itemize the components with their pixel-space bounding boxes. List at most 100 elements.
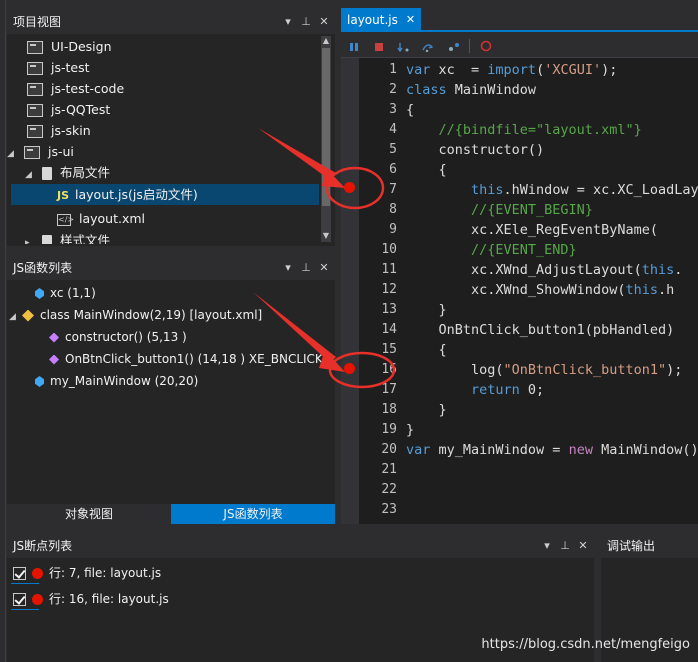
line-number: 23 <box>381 502 397 517</box>
code-line: return 0; <box>406 382 545 398</box>
tab-layout-js[interactable]: layout.js ✕ <box>341 8 422 32</box>
collapse-arrow-icon[interactable]: ◢ <box>9 306 19 328</box>
tree-item-style-folder[interactable]: ▸ 样式文件 <box>25 230 110 244</box>
checkbox-underline <box>11 583 39 584</box>
function-item-label: OnBtnClick_button1() (14,18 ) XE_BNCLICK <box>65 352 323 366</box>
function-item-mainwindow[interactable]: ◢ class MainWindow(2,19) [layout.xml] <box>9 304 262 326</box>
code-line: { <box>406 342 447 358</box>
tree-item-js-qqtest[interactable]: js-QQTest <box>15 99 110 120</box>
close-tab-icon[interactable]: ✕ <box>406 8 415 32</box>
pin-icon[interactable]: ⊥ <box>301 256 311 280</box>
breakpoint-item[interactable]: 行: 16, file: layout.js <box>7 588 169 610</box>
code-line: xc.XEle_RegEventByName( <box>406 222 658 238</box>
line-number: 10 <box>381 242 397 257</box>
code-line: //{EVENT_BEGIN} <box>406 202 593 218</box>
breakpoint-toggle-icon[interactable] <box>480 40 492 52</box>
function-item-my-mainwindow[interactable]: my_MainWindow (20,20) <box>35 370 198 392</box>
line-number: 2 <box>389 82 397 97</box>
line-number: 7 <box>389 182 397 197</box>
method-icon <box>49 354 59 365</box>
scroll-down-icon[interactable]: ▼ <box>322 231 330 241</box>
class-icon <box>22 309 34 322</box>
tree-item-layout-js[interactable]: JS layout.js(js启动文件) <box>11 184 319 205</box>
tree-item-layout-xml[interactable]: </> layout.xml <box>57 208 145 229</box>
line-number: 21 <box>381 462 397 477</box>
breakpoint-item[interactable]: 行: 7, file: layout.js <box>7 562 161 584</box>
js-function-list-panel: JS函数列表 ▾ ⊥ ✕ xc (1,1) ◢ class MainWindow(… <box>7 256 335 524</box>
project-scrollbar[interactable]: ▲ ▼ <box>321 36 331 242</box>
code-line: } <box>406 302 447 318</box>
pin-icon[interactable]: ⊥ <box>301 10 311 34</box>
collapse-arrow-icon[interactable]: ◢ <box>7 144 17 165</box>
file-folder-icon <box>41 167 52 180</box>
bottom-tab-bar: 对象视图 JS函数列表 <box>7 504 335 524</box>
expand-arrow-icon[interactable]: ▸ <box>25 233 35 244</box>
tree-item-js-test-code[interactable]: js-test-code <box>15 78 124 99</box>
variable-icon <box>35 288 44 299</box>
watermark-text: https://blog.csdn.net/mengfeigo <box>481 637 690 652</box>
dropdown-icon[interactable]: ▾ <box>283 256 293 280</box>
step-into-icon[interactable] <box>397 41 411 53</box>
function-item-label: my_MainWindow (20,20) <box>50 374 199 388</box>
breakpoint-item-label: 行: 7, file: layout.js <box>49 566 162 580</box>
tree-item-label: js-skin <box>50 123 91 138</box>
line-number: 1 <box>389 62 397 77</box>
function-item-onbtnclick[interactable]: OnBtnClick_button1() (14,18 ) XE_BNCLICK <box>49 348 323 370</box>
tree-item-label: UI-Design <box>50 39 112 54</box>
breakpoint-marker-line-16[interactable] <box>344 363 355 374</box>
breakpoint-icon <box>32 568 43 579</box>
project-icon <box>27 104 43 117</box>
breakpoint-list-header: JS断点列表 ▾ ⊥ ✕ <box>7 534 594 558</box>
left-edge-strip <box>0 0 6 662</box>
function-item-constructor[interactable]: constructor() (5,13 ) <box>49 326 187 348</box>
function-list-title: JS函数列表 <box>13 261 73 275</box>
close-icon[interactable]: ✕ <box>319 10 329 34</box>
code-line: var xc = import('XCGUI'); <box>406 62 618 78</box>
pin-icon[interactable]: ⊥ <box>560 534 570 558</box>
tree-item-js-test[interactable]: js-test <box>15 57 90 78</box>
code-line: OnBtnClick_button1(pbHandled) <box>406 322 675 338</box>
line-number: 14 <box>381 322 397 337</box>
tree-item-js-skin[interactable]: js-skin <box>15 120 91 141</box>
line-number: 13 <box>381 302 397 317</box>
project-view-panel: 项目视图 ▾ ⊥ ✕ UI-Design js-test js-test-cod… <box>7 10 335 246</box>
step-out-icon[interactable] <box>447 41 461 51</box>
line-number: 12 <box>381 282 397 297</box>
scroll-up-icon[interactable]: ▲ <box>322 36 330 46</box>
function-item-xc[interactable]: xc (1,1) <box>35 282 96 304</box>
pause-icon[interactable] <box>349 41 359 51</box>
dropdown-icon[interactable]: ▾ <box>542 534 552 558</box>
tree-item-label: js-test-code <box>50 81 125 96</box>
editor-tab-bar: layout.js ✕ <box>341 8 698 32</box>
tab-js-function-list[interactable]: JS函数列表 <box>171 504 335 524</box>
code-editor[interactable]: 1 2 3 4 5 6 7 8 9 10 11 12 13 14 15 16 17 18 19 20 21 22 23 va… <box>341 58 698 524</box>
line-number: 4 <box>389 122 397 137</box>
breakpoint-marker-line-7[interactable] <box>344 182 355 193</box>
dropdown-icon[interactable]: ▾ <box>283 10 293 34</box>
editor-tab-title: layout.js <box>347 13 398 27</box>
function-list-header: JS函数列表 ▾ ⊥ ✕ <box>7 256 335 280</box>
tree-item-ui-design[interactable]: UI-Design <box>15 36 112 57</box>
tree-item-js-ui[interactable]: ◢ js-ui <box>7 141 74 162</box>
function-item-label: constructor() (5,13 ) <box>65 330 187 344</box>
toolbar-divider <box>469 39 470 53</box>
breakpoint-enabled-checkbox[interactable] <box>13 593 26 606</box>
stop-icon[interactable] <box>374 41 384 51</box>
scrollbar-thumb[interactable] <box>322 48 330 206</box>
breakpoint-enabled-checkbox[interactable] <box>13 567 26 580</box>
method-icon <box>49 332 59 343</box>
step-over-icon[interactable] <box>421 41 435 53</box>
tree-item-layout-folder[interactable]: ◢ 布局文件 <box>25 162 110 183</box>
line-number: 6 <box>389 162 397 177</box>
code-line: log("OnBtnClick_button1"); <box>406 362 683 378</box>
variable-icon <box>35 376 44 387</box>
code-line: class MainWindow <box>406 82 537 98</box>
code-line: //{bindfile="layout.xml"} <box>406 122 642 138</box>
code-line: this.hWindow = xc.XC_LoadLayout( <box>406 182 698 198</box>
collapse-arrow-icon[interactable]: ◢ <box>25 165 35 186</box>
close-icon[interactable]: ✕ <box>319 256 329 280</box>
line-number: 15 <box>381 342 397 357</box>
tab-object-view[interactable]: 对象视图 <box>7 504 171 524</box>
close-icon[interactable]: ✕ <box>578 534 588 558</box>
tree-item-label: layout.xml <box>78 211 146 226</box>
